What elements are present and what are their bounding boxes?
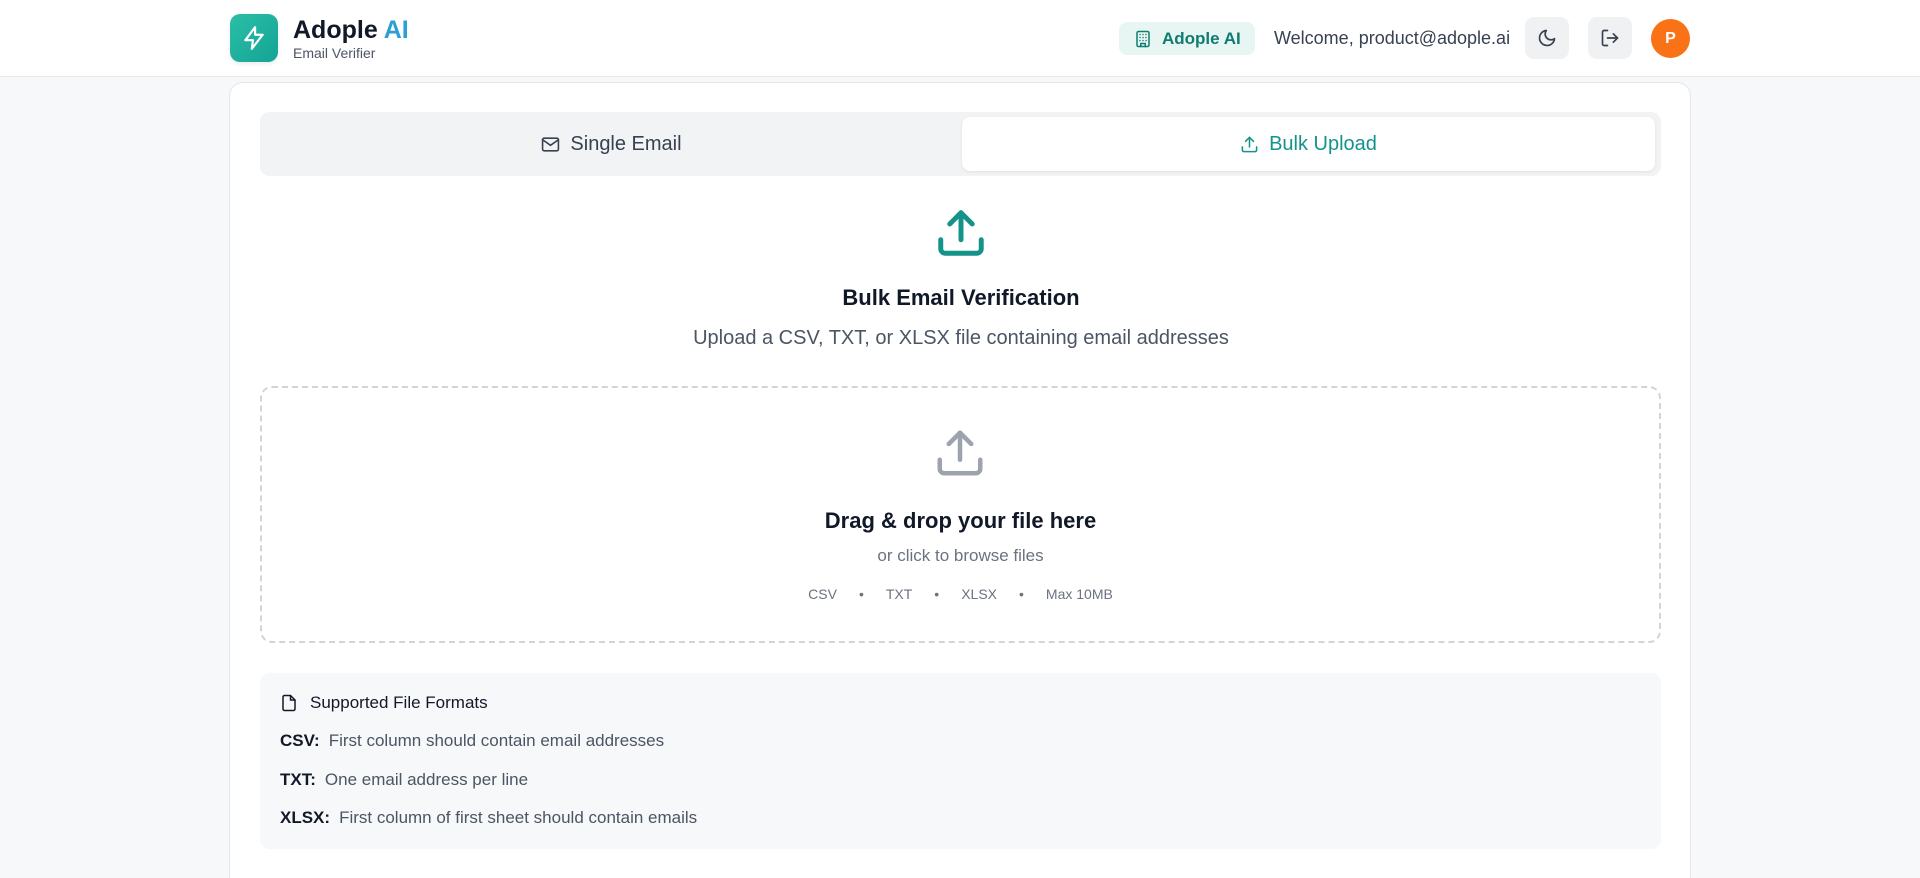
file-dropzone[interactable]: Drag & drop your file here or click to b… [260, 386, 1661, 643]
mode-tabs: Single Email Bulk Upload [260, 112, 1661, 176]
format-row-text: First column of first sheet should conta… [339, 808, 698, 827]
brand-name: Adople AI [293, 16, 409, 44]
brand[interactable]: Adople AI Email Verifier [230, 14, 409, 62]
lightning-icon [230, 14, 278, 62]
supported-formats-panel: Supported File Formats CSV: First column … [260, 673, 1661, 849]
page-subtitle: Upload a CSV, TXT, or XLSX file containi… [693, 327, 1229, 349]
format-csv: CSV [808, 586, 837, 602]
tab-single-email-label: Single Email [570, 132, 682, 155]
brand-text: Adople AI Email Verifier [293, 16, 409, 61]
brand-name-accent: AI [383, 15, 409, 44]
avatar[interactable]: P [1651, 19, 1690, 58]
format-row-label: XLSX: [280, 808, 331, 827]
separator-dot: • [934, 586, 940, 602]
supported-formats-title: Supported File Formats [310, 693, 488, 712]
organization-badge[interactable]: Adople AI [1119, 22, 1255, 55]
format-row-label: CSV: [280, 731, 320, 750]
max-size: Max 10MB [1045, 586, 1113, 602]
format-row-label: TXT: [280, 770, 316, 789]
brand-name-text: Adople [293, 15, 378, 44]
separator-dot: • [858, 586, 864, 602]
format-row-xlsx: XLSX: First column of first sheet should … [280, 808, 697, 828]
logout-icon [1601, 29, 1619, 47]
dropzone-title: Drag & drop your file here [824, 508, 1097, 533]
page-title: Bulk Email Verification [842, 285, 1080, 310]
format-row-text: One email address per line [324, 770, 529, 789]
format-row-txt: TXT: One email address per line [280, 770, 528, 790]
theme-toggle-button[interactable] [1525, 17, 1569, 59]
verifier-card: Single Email Bulk Upload Bulk Email Veri… [229, 82, 1691, 878]
logout-button[interactable] [1588, 17, 1632, 59]
format-txt: TXT [885, 586, 913, 602]
tab-single-email[interactable]: Single Email [265, 117, 958, 171]
supported-formats-heading: Supported File Formats [280, 693, 488, 713]
organization-label: Adople AI [1162, 28, 1241, 48]
welcome-text: Welcome, product@adople.ai [1274, 28, 1511, 48]
top-header: Adople AI Email Verifier Adople AI Welco… [0, 0, 1920, 77]
building-icon [1136, 30, 1150, 47]
upload-icon [938, 210, 984, 256]
format-xlsx: XLSX [961, 586, 998, 602]
format-row-csv: CSV: First column should contain email ad… [280, 731, 664, 751]
brand-subtitle: Email Verifier [293, 44, 376, 61]
upload-icon [937, 430, 983, 476]
tab-bulk-upload[interactable]: Bulk Upload [962, 117, 1655, 171]
tab-bulk-upload-label: Bulk Upload [1269, 132, 1377, 155]
format-row-text: First column should contain email addres… [328, 731, 665, 750]
separator-dot: • [1019, 586, 1024, 602]
moon-icon [1538, 29, 1556, 47]
dropzone-subtitle: or click to browse files [877, 546, 1044, 565]
file-icon [282, 694, 296, 712]
upload-icon [1241, 136, 1258, 152]
dropzone-formats: CSV • TXT • XLSX • Max 10MB [262, 586, 1659, 602]
mail-icon [542, 136, 560, 152]
